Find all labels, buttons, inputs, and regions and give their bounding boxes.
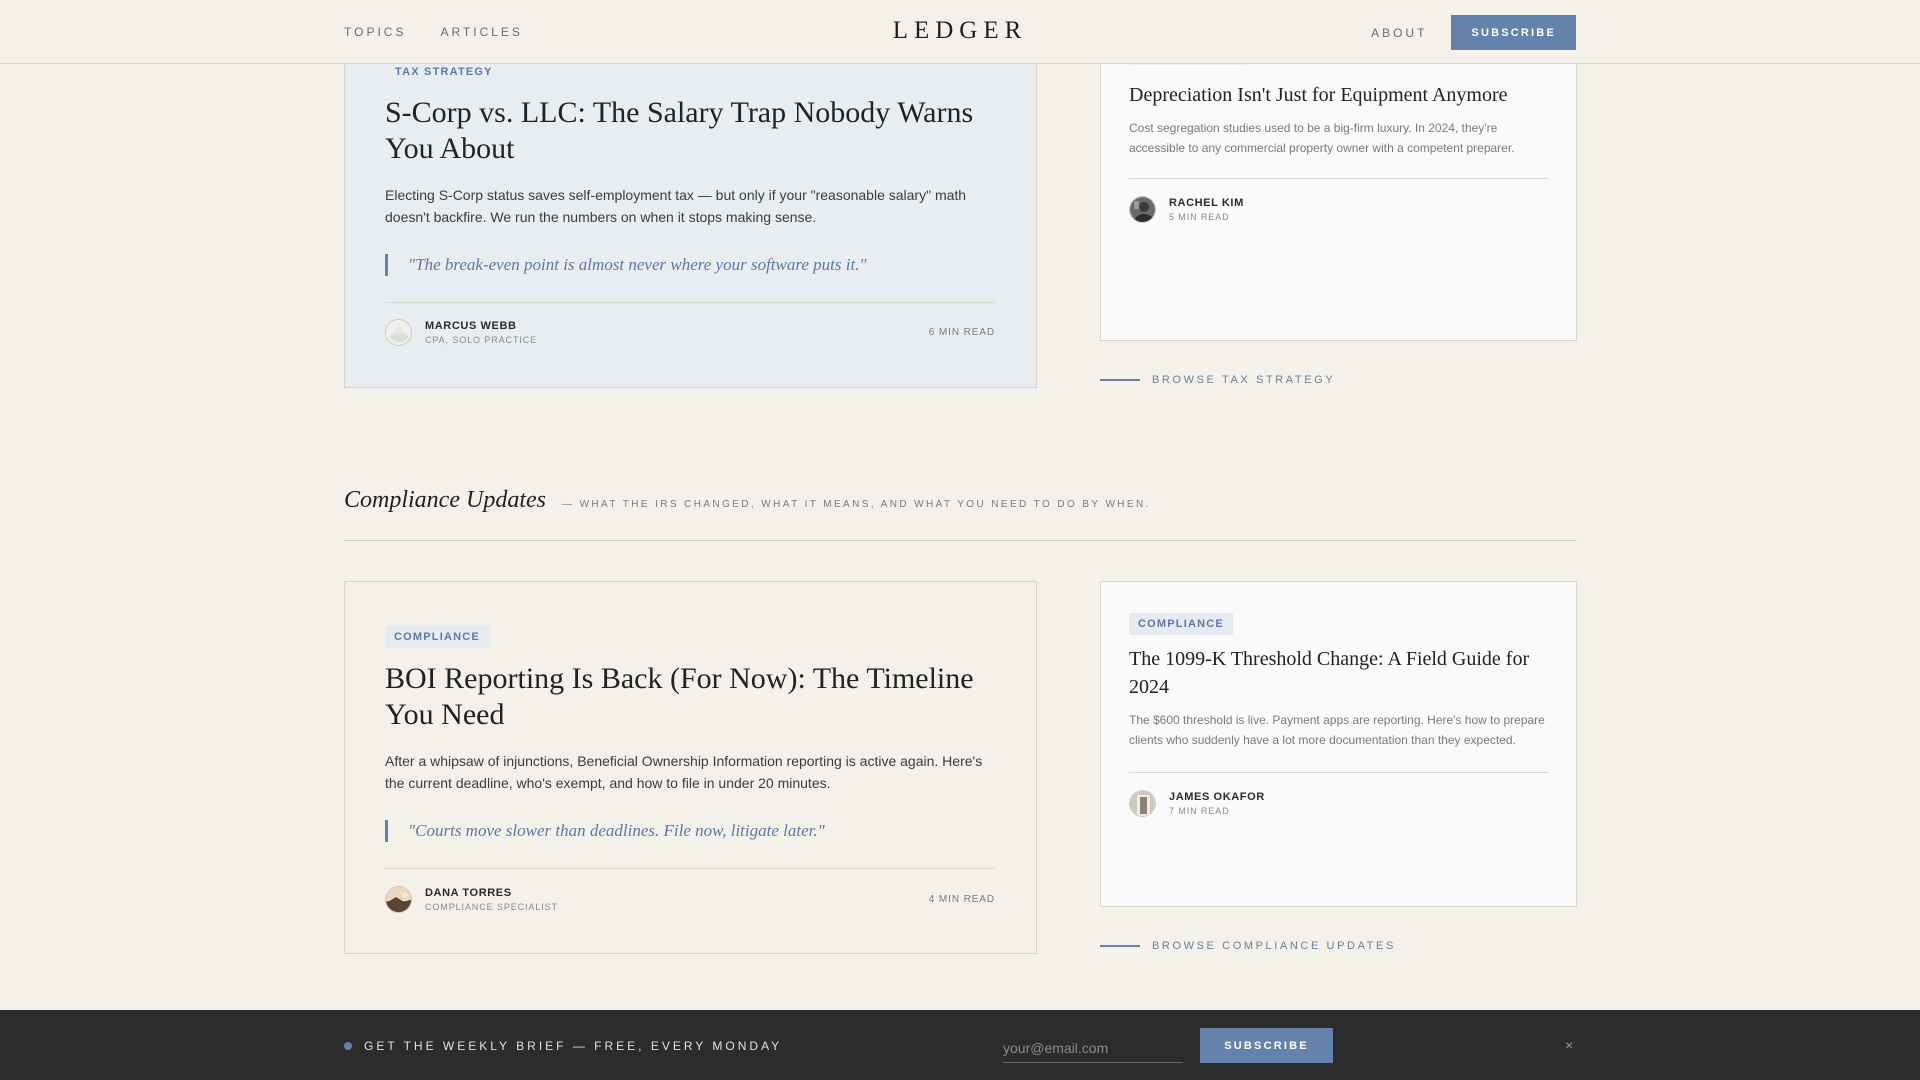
card-divider (385, 302, 995, 303)
site-logo-wrap: LEDGER (0, 17, 1920, 45)
pull-quote: "The break-even point is almost never wh… (385, 254, 995, 276)
author-byline: RACHEL KIM 5 MIN READ (1129, 196, 1549, 223)
author-info: MARCUS WEBB CPA, SOLO PRACTICE (425, 320, 537, 345)
read-time: 7 MIN READ (1169, 806, 1230, 816)
header-subscribe-button[interactable]: SUBSCRIBE (1451, 15, 1576, 50)
pull-quote: "Courts move slower than deadlines. File… (385, 820, 995, 842)
article-dek: The $600 threshold is live. Payment apps… (1129, 713, 1545, 747)
author-role: COMPLIANCE SPECIALIST (425, 902, 558, 912)
author-info: JAMES OKAFOR 7 MIN READ (1169, 791, 1265, 816)
section-heading-compliance: Compliance Updates — WHAT THE IRS CHANGE… (344, 485, 1577, 541)
read-time: 5 MIN READ (1169, 212, 1230, 222)
read-time: 6 MIN READ (928, 327, 995, 338)
card-divider (1129, 178, 1549, 179)
article-title[interactable]: Depreciation Isn't Just for Equipment An… (1129, 81, 1549, 109)
newsletter-email-input[interactable] (1003, 1034, 1183, 1063)
nav-about-link[interactable]: ABOUT (1371, 26, 1427, 40)
article-dek: Cost segregation studies used to be a bi… (1129, 121, 1515, 155)
nav-topics-link[interactable]: TOPICS (344, 25, 406, 39)
browse-compliance-link[interactable]: BROWSE COMPLIANCE UPDATES (1100, 940, 1396, 952)
article-title[interactable]: The 1099-K Threshold Change: A Field Gui… (1129, 645, 1549, 701)
article-dek: Electing S-Corp status saves self-employ… (385, 187, 967, 225)
category-tag[interactable]: COMPLIANCE (1129, 613, 1233, 635)
browse-line (1100, 379, 1140, 381)
feature-card-compliance[interactable]: COMPLIANCE BOI Reporting Is Back (For No… (344, 581, 1037, 954)
site-logo[interactable]: LEDGER (893, 17, 1028, 44)
author-avatar (1129, 790, 1156, 817)
author-byline: MARCUS WEBB CPA, SOLO PRACTICE 6 MIN REA… (385, 319, 995, 346)
author-avatar (385, 886, 412, 913)
read-time: 4 MIN READ (928, 894, 995, 905)
author-avatar (1129, 196, 1156, 223)
author-name[interactable]: DANA TORRES (425, 887, 558, 899)
newsletter-text: GET THE WEEKLY BRIEF — FREE, EVERY MONDA… (364, 1039, 783, 1053)
newsletter-bar: GET THE WEEKLY BRIEF — FREE, EVERY MONDA… (0, 1010, 1920, 1080)
close-icon[interactable]: × (1565, 1037, 1573, 1053)
site-header: TOPICS ARTICLES LEDGER ABOUT SUBSCRIBE (0, 0, 1920, 64)
browse-label: BROWSE COMPLIANCE UPDATES (1152, 940, 1396, 952)
side-card-tax[interactable]: Depreciation Isn't Just for Equipment An… (1100, 40, 1577, 341)
browse-tax-strategy-link[interactable]: BROWSE TAX STRATEGY (1100, 374, 1335, 386)
article-title[interactable]: BOI Reporting Is Back (For Now): The Tim… (385, 661, 995, 733)
author-avatar (385, 319, 412, 346)
author-name[interactable]: MARCUS WEBB (425, 320, 537, 332)
nav-articles-link[interactable]: ARTICLES (440, 25, 522, 39)
card-divider (1129, 772, 1549, 773)
author-byline: DANA TORRES COMPLIANCE SPECIALIST 4 MIN … (385, 886, 995, 913)
category-tag[interactable]: COMPLIANCE (385, 626, 489, 648)
newsletter-dot-icon (344, 1042, 352, 1050)
author-role: CPA, SOLO PRACTICE (425, 335, 538, 345)
newsletter-subscribe-button[interactable]: SUBSCRIBE (1200, 1028, 1333, 1063)
card-divider (385, 868, 995, 869)
author-byline: JAMES OKAFOR 7 MIN READ (1129, 790, 1549, 817)
browse-line (1100, 945, 1140, 947)
author-name[interactable]: JAMES OKAFOR (1169, 791, 1265, 803)
category-tag[interactable]: TAX STRATEGY (395, 66, 493, 78)
article-dek: After a whipsaw of injunctions, Benefici… (385, 753, 983, 791)
author-info: DANA TORRES COMPLIANCE SPECIALIST (425, 887, 558, 912)
browse-label: BROWSE TAX STRATEGY (1152, 374, 1336, 386)
author-info: RACHEL KIM 5 MIN READ (1169, 197, 1244, 222)
secondary-nav: ABOUT SUBSCRIBE (1371, 15, 1576, 50)
primary-nav: TOPICS ARTICLES (344, 25, 523, 39)
section-subtitle: — WHAT THE IRS CHANGED, WHAT IT MEANS, A… (562, 499, 1151, 510)
side-card-compliance[interactable]: COMPLIANCE The 1099-K Threshold Change: … (1100, 581, 1577, 907)
article-title[interactable]: S-Corp vs. LLC: The Salary Trap Nobody W… (385, 95, 995, 167)
section-title: Compliance Updates (344, 487, 546, 513)
feature-card-tax[interactable]: TAX STRATEGY S-Corp vs. LLC: The Salary … (344, 40, 1037, 388)
author-name[interactable]: RACHEL KIM (1169, 197, 1244, 209)
